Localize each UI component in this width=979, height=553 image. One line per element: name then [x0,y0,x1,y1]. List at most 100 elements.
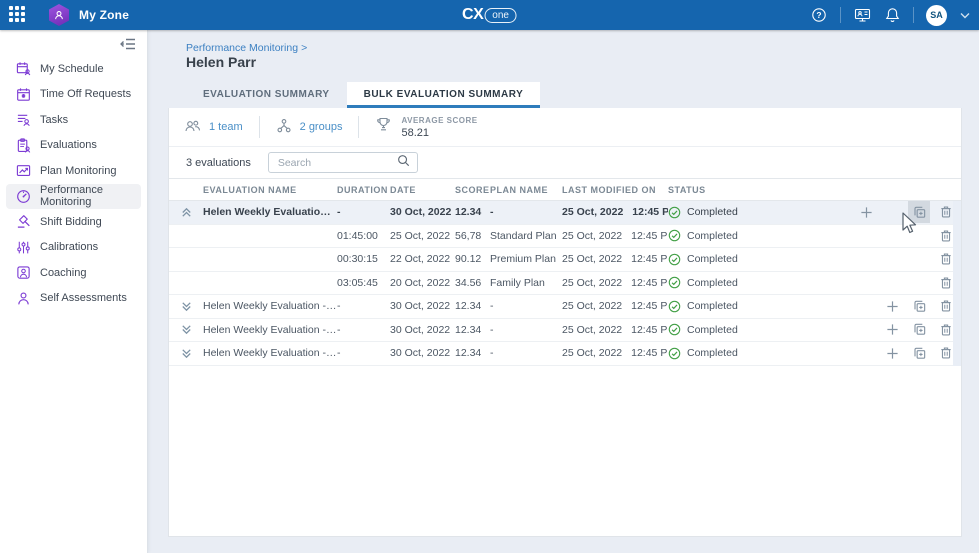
copy-icon [912,346,927,361]
copy-button[interactable] [908,342,930,364]
row-actions [790,248,961,270]
plan-name-cell: Standard Plan [490,230,562,242]
tab-evaluation-summary[interactable]: EVALUATION SUMMARY [186,82,347,108]
copy-button[interactable] [908,201,930,223]
status-cell: Completed [668,229,790,242]
sidebar-item-tasks[interactable]: Tasks [6,107,141,133]
status-badge: Completed [687,324,738,336]
row-actions [790,201,961,223]
collapse-sidebar-icon[interactable] [118,36,138,52]
status-badge: Completed [687,300,738,312]
average-score-label: AVERAGE SCORE [401,115,477,126]
collapse-row-icon[interactable] [169,206,203,219]
copy-button[interactable] [908,295,930,317]
table-row[interactable]: 00:30:1522 Oct, 202290.12Premium Plan25 … [169,248,961,272]
sidebar-item-label: Plan Monitoring [40,165,116,177]
delete-icon [939,323,953,337]
evaluation-count: 3 evaluations [186,157,251,169]
sidebar-item-evaluations[interactable]: Evaluations [6,133,141,159]
duration-cell: 03:05:45 [337,277,390,289]
table-row[interactable]: Helen Weekly Evaluation - June...-30 Oct… [169,201,961,225]
evaluations-icon [15,137,31,153]
topbar-separator [840,7,841,23]
duration-cell: - [337,300,390,312]
column-header-duration: DURATION [337,185,390,195]
product-title: My Zone [79,8,129,22]
sidebar-item-coaching[interactable]: Coaching [6,260,141,286]
expand-row-icon[interactable] [169,300,203,313]
completed-check-icon [668,323,681,336]
modified-date: 25 Oct, 2022 [562,206,623,218]
table-row[interactable]: Helen Weekly Evaluation - June 20-30 Oct… [169,295,961,319]
copy-button[interactable] [908,319,930,341]
column-header-evaluation-name: EVALUATION NAME [203,185,337,195]
add-button[interactable] [881,295,903,317]
last-modified-cell: 25 Oct, 202212:45 PM [562,253,668,265]
sidebar-item-calibrations[interactable]: Calibrations [6,235,141,261]
apps-grid-icon[interactable] [9,6,27,24]
stats-separator [358,116,359,138]
search-icon[interactable] [397,154,410,172]
status-cell: Completed [668,300,790,313]
tab-bulk-evaluation-summary[interactable]: BULK EVALUATION SUMMARY [347,82,541,108]
scrollbar-track[interactable] [953,201,961,366]
page-title: Helen Parr [186,54,256,70]
sidebar-item-performance-monitoring[interactable]: Performance Monitoring [6,184,141,210]
sidebar-item-my-schedule[interactable]: My Schedule [6,56,141,82]
monitor-icon[interactable] [853,6,871,24]
sidebar-item-self-assessments[interactable]: Self Assessments [6,286,141,312]
avatar[interactable]: SA [926,5,947,26]
status-badge: Completed [687,230,738,242]
modified-time: 12:45 PM [631,230,668,242]
completed-check-icon [668,300,681,313]
team-link[interactable]: 1 team [184,118,243,137]
bell-icon[interactable] [883,6,901,24]
breadcrumb[interactable]: Performance Monitoring> [186,42,307,54]
coaching-icon [15,265,31,281]
sidebar-item-shift-bidding[interactable]: Shift Bidding [6,209,141,235]
status-badge: Completed [687,206,738,218]
modified-time: 12:45 PM [631,277,668,289]
duration-cell: 01:45:00 [337,230,390,242]
table-row[interactable]: 03:05:4520 Oct, 202234.56Family Plan25 O… [169,272,961,296]
plan-name-cell: - [490,324,562,336]
score-cell: 12.34 [455,206,490,218]
add-icon [886,300,899,313]
date-cell: 30 Oct, 2022 [390,300,455,312]
modified-date: 25 Oct, 2022 [562,324,622,336]
expand-row-icon[interactable] [169,323,203,336]
sidebar-item-label: Performance Monitoring [40,184,135,208]
modified-time: 12:45 PM [631,324,668,336]
plan-name-cell: Premium Plan [490,253,562,265]
score-cell: 12.34 [455,347,490,359]
svg-text:?: ? [816,10,821,20]
last-modified-cell: 25 Oct, 202212:45 PM [562,230,668,242]
shift-icon [15,214,31,230]
tab-bar: EVALUATION SUMMARYBULK EVALUATION SUMMAR… [186,82,540,108]
topbar-separator [913,7,914,23]
row-actions [790,295,961,317]
table-row[interactable]: Helen Weekly Evaluation - June 20-30 Oct… [169,342,961,366]
column-header-date: DATE [390,185,455,195]
search-input[interactable] [276,156,397,170]
help-icon[interactable]: ? [810,6,828,24]
plan-name-cell: - [490,300,562,312]
chevron-down-icon[interactable] [959,6,971,24]
score-cell: 56,78 [455,230,490,242]
groups-icon [276,118,292,137]
add-button[interactable] [855,201,877,223]
add-button[interactable] [881,319,903,341]
sidebar-item-time-off-requests[interactable]: Time Off Requests [6,82,141,108]
modified-date: 25 Oct, 2022 [562,277,622,289]
last-modified-cell: 25 Oct, 202212:45 PM [562,300,668,312]
sidebar-item-plan-monitoring[interactable]: Plan Monitoring [6,158,141,184]
add-button[interactable] [881,342,903,364]
status-cell: Completed [668,323,790,336]
row-actions [790,225,961,247]
status-cell: Completed [668,253,790,266]
table-row[interactable]: Helen Weekly Evaluation - June 20-30 Oct… [169,319,961,343]
table-row[interactable]: 01:45:0025 Oct, 202256,78Standard Plan25… [169,225,961,249]
expand-row-icon[interactable] [169,347,203,360]
copy-icon [912,205,927,220]
groups-link[interactable]: 2 groups [276,118,343,137]
